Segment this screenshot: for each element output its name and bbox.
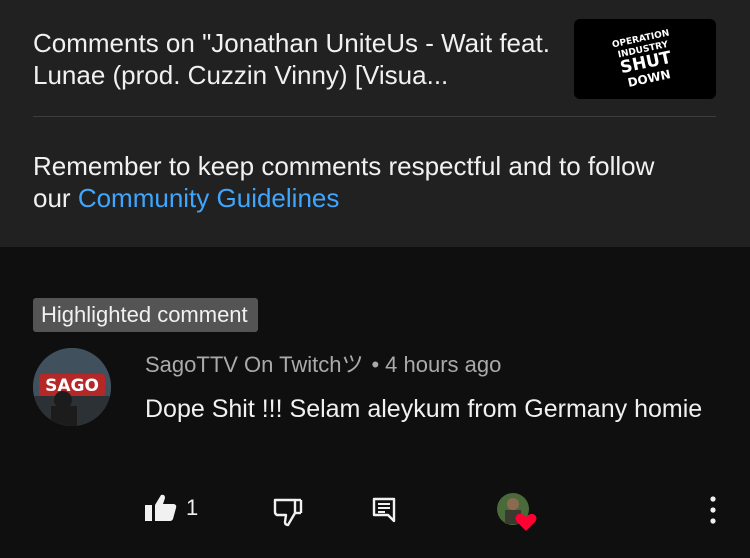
guidelines-notice: Remember to keep comments respectful and… (33, 150, 693, 214)
video-title[interactable]: Comments on "Jonathan UniteUs - Wait fea… (33, 27, 553, 91)
community-guidelines-link[interactable]: Community Guidelines (78, 183, 340, 213)
avatar-image: SAGO (33, 348, 111, 426)
meta-separator: • (371, 352, 380, 377)
comments-header: Comments on "Jonathan UniteUs - Wait fea… (0, 0, 750, 247)
more-options-button[interactable] (700, 494, 726, 526)
thumbs-down-icon (273, 498, 303, 527)
operation-industry-shutdown-logo: OPERATION INDUSTRY SHUT DOWN (611, 28, 673, 89)
comment-text: Dope Shit !!! Selam aleykum from Germany… (145, 395, 703, 423)
svg-text:SAGO: SAGO (45, 376, 99, 396)
avatar[interactable]: SAGO (33, 348, 111, 426)
creator-heart-icon (497, 493, 537, 531)
header-divider (33, 116, 716, 117)
more-vert-icon (710, 496, 716, 524)
thumbs-up-icon (145, 494, 177, 521)
video-thumbnail[interactable]: OPERATION INDUSTRY SHUT DOWN (574, 19, 716, 99)
comment-author[interactable]: SagoTTV On Twitchツ (145, 352, 363, 377)
dislike-button[interactable] (273, 497, 303, 527)
highlighted-comment-badge: Highlighted comment (33, 298, 258, 332)
like-count: 1 (186, 495, 199, 520)
reply-button[interactable] (372, 497, 396, 523)
comment-meta: SagoTTV On Twitchツ • 4 hours ago (145, 350, 501, 380)
like-button[interactable] (144, 493, 178, 523)
reply-icon (372, 497, 396, 523)
creator-hearted (496, 492, 538, 532)
comment-time[interactable]: 4 hours ago (385, 352, 501, 377)
